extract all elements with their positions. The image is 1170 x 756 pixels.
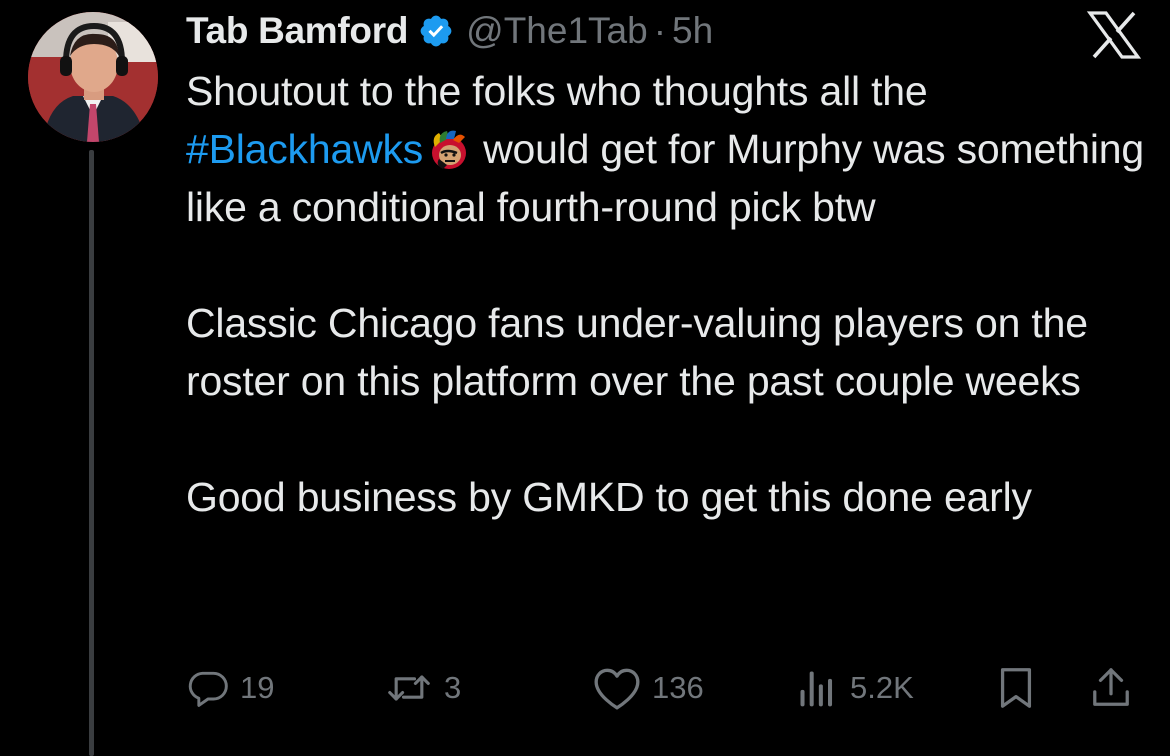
author-name[interactable]: Tab Bamford [186,10,408,52]
views-count: 5.2K [850,670,914,705]
timestamp[interactable]: 5h [672,10,713,52]
verified-badge-icon [418,13,454,49]
avatar-image [28,12,158,142]
share-button[interactable] [1090,660,1132,716]
repost-count: 3 [444,670,462,705]
tweet-paragraph-2: Classic Chicago fans under-valuing playe… [186,300,1088,404]
tweet-text-segment: Shoutout to the folks who thoughts all t… [186,68,928,114]
share-icon [1090,665,1132,711]
views-button[interactable]: 5.2K [794,660,914,716]
tweet-header: Tab Bamford @The1Tab · 5h [186,6,713,56]
hashtag-link[interactable]: #Blackhawks [186,126,423,172]
bookmark-button[interactable] [994,660,1038,716]
bookmark-icon [994,665,1038,711]
tweet-paragraph-1: Shoutout to the folks who thoughts all t… [186,62,1146,236]
like-count: 136 [652,670,704,705]
tweet-text: Shoutout to the folks who thoughts all t… [186,62,1146,526]
author-handle[interactable]: @The1Tab [466,10,648,52]
blackhawks-logo-icon [425,128,473,170]
separator-dot: · [653,10,667,51]
reply-button[interactable]: 19 [186,660,274,716]
reply-icon [186,666,230,710]
views-icon [794,666,840,710]
repost-button[interactable]: 3 [384,660,461,716]
tweet-actions: 19 3 136 5.2K [186,660,1146,716]
reply-count: 19 [240,670,275,705]
tweet-paragraph-3: Good business by GMKD to get this done e… [186,474,1032,520]
repost-icon [384,666,434,710]
heart-icon [592,665,642,711]
thread-line [89,150,94,756]
like-button[interactable]: 136 [592,660,704,716]
x-logo-icon [1086,10,1142,60]
avatar[interactable] [28,12,158,142]
